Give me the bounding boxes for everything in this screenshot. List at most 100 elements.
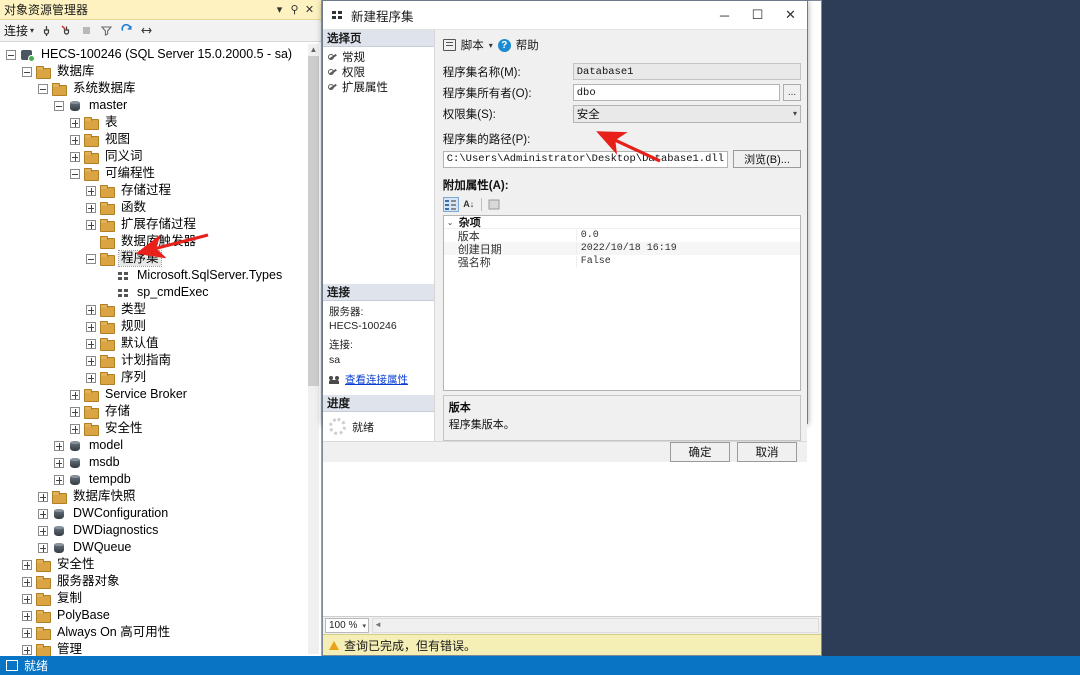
zoom-level-combobox[interactable]: 100 % ▾ xyxy=(325,618,369,633)
object-explorer-tree[interactable]: HECS-100246 (SQL Server 15.0.2000.5 - sa… xyxy=(0,42,321,656)
tree-item[interactable]: DWQueue xyxy=(0,539,321,556)
tree-item[interactable]: Microsoft.SqlServer.Types xyxy=(0,267,321,284)
sync-icon[interactable] xyxy=(139,23,154,38)
expand-icon[interactable] xyxy=(86,220,96,230)
expand-icon[interactable] xyxy=(70,135,80,145)
tree-item[interactable]: 可编程性 xyxy=(0,165,321,182)
tree-item[interactable]: 数据库 xyxy=(0,63,321,80)
help-button-label[interactable]: 帮助 xyxy=(516,37,539,53)
tree-item[interactable]: msdb xyxy=(0,454,321,471)
tree-item[interactable]: DWDiagnostics xyxy=(0,522,321,539)
chevron-down-icon[interactable]: ⌄ xyxy=(447,218,456,227)
property-pages-icon[interactable] xyxy=(486,197,502,212)
expand-icon[interactable] xyxy=(86,186,96,196)
view-connection-properties-link[interactable]: 查看连接属性 xyxy=(345,373,408,387)
page-item-general[interactable]: 常规 xyxy=(323,49,434,64)
disconnect-icon[interactable] xyxy=(59,23,74,38)
tree-item[interactable]: 表 xyxy=(0,114,321,131)
connect-button-label[interactable]: 连接 xyxy=(4,22,28,39)
expand-icon[interactable] xyxy=(70,152,80,162)
expand-icon[interactable] xyxy=(54,475,64,485)
categorized-icon[interactable] xyxy=(443,197,459,212)
expand-icon[interactable] xyxy=(22,560,32,570)
expand-icon[interactable] xyxy=(86,373,96,383)
assembly-owner-input[interactable]: dbo xyxy=(573,84,780,101)
expand-icon[interactable] xyxy=(38,509,48,519)
tree-item[interactable]: 默认值 xyxy=(0,335,321,352)
tree-item[interactable]: 类型 xyxy=(0,301,321,318)
tree-item[interactable]: 管理 xyxy=(0,641,321,656)
tree-item[interactable]: HECS-100246 (SQL Server 15.0.2000.5 - sa… xyxy=(0,46,321,63)
expand-icon[interactable] xyxy=(22,577,32,587)
expand-icon[interactable] xyxy=(70,407,80,417)
property-row[interactable]: 强名称 False xyxy=(444,255,800,268)
expand-icon[interactable] xyxy=(54,441,64,451)
tree-item[interactable]: 服务器对象 xyxy=(0,573,321,590)
tree-item[interactable]: master xyxy=(0,97,321,114)
tree-item[interactable]: 安全性 xyxy=(0,556,321,573)
filter-icon[interactable] xyxy=(99,23,114,38)
collapse-icon[interactable] xyxy=(70,169,80,179)
expand-icon[interactable] xyxy=(86,305,96,315)
tree-item[interactable]: 序列 xyxy=(0,369,321,386)
expand-icon[interactable] xyxy=(38,492,48,502)
assembly-name-input[interactable]: Database1 xyxy=(573,63,801,80)
tree-item[interactable]: tempdb xyxy=(0,471,321,488)
expand-icon[interactable] xyxy=(86,322,96,332)
tree-item[interactable]: 计划指南 xyxy=(0,352,321,369)
tree-item[interactable]: 数据库快照 xyxy=(0,488,321,505)
tree-vertical-scrollbar[interactable]: ▲ xyxy=(308,44,319,654)
scroll-left-icon[interactable]: ◄ xyxy=(374,620,382,629)
expand-icon[interactable] xyxy=(22,611,32,621)
collapse-icon[interactable] xyxy=(86,254,96,264)
alphabetical-sort-icon[interactable]: A↓ xyxy=(461,197,477,212)
page-list[interactable]: 常规 权限 扩展属性 xyxy=(323,47,434,100)
tree-item[interactable]: sp_cmdExec xyxy=(0,284,321,301)
properties-grid[interactable]: ⌄ 杂项 版本 0.0 创建日期 2022/10/18 16:19 强名称 xyxy=(443,215,801,391)
tree-item[interactable]: 存储过程 xyxy=(0,182,321,199)
chevron-down-icon[interactable]: ▾ xyxy=(30,26,34,35)
expand-icon[interactable] xyxy=(22,628,32,638)
expand-icon[interactable] xyxy=(70,390,80,400)
expand-icon[interactable] xyxy=(86,203,96,213)
close-icon[interactable]: ✕ xyxy=(774,1,807,29)
tree-item[interactable]: 视图 xyxy=(0,131,321,148)
expand-icon[interactable] xyxy=(70,118,80,128)
tree-item[interactable]: PolyBase xyxy=(0,607,321,624)
tree-item[interactable]: 同义词 xyxy=(0,148,321,165)
expand-icon[interactable] xyxy=(70,424,80,434)
chevron-down-icon[interactable]: ▾ xyxy=(272,3,287,16)
tree-item[interactable]: model xyxy=(0,437,321,454)
scroll-up-icon[interactable]: ▲ xyxy=(308,44,319,56)
tree-item[interactable]: 复制 xyxy=(0,590,321,607)
tree-item[interactable]: 数据库触发器 xyxy=(0,233,321,250)
expand-icon[interactable] xyxy=(38,526,48,536)
collapse-icon[interactable] xyxy=(38,84,48,94)
expand-icon[interactable] xyxy=(22,645,32,655)
view-connection-properties-row[interactable]: 查看连接属性 xyxy=(329,373,428,387)
expand-icon[interactable] xyxy=(38,543,48,553)
collapse-icon[interactable] xyxy=(54,101,64,111)
editor-horizontal-scrollbar[interactable]: ◄ xyxy=(372,618,819,633)
tree-item[interactable]: Service Broker xyxy=(0,386,321,403)
scrollbar-thumb[interactable] xyxy=(308,56,319,386)
tree-item[interactable]: 系统数据库 xyxy=(0,80,321,97)
tree-item[interactable]: 存储 xyxy=(0,403,321,420)
tree-item[interactable]: 程序集 xyxy=(0,250,321,267)
browse-button[interactable]: 浏览(B)... xyxy=(733,150,801,168)
connect-icon[interactable] xyxy=(39,23,54,38)
pin-icon[interactable]: ⚲ xyxy=(287,3,302,16)
assembly-path-input[interactable]: C:\Users\Administrator\Desktop\Database1… xyxy=(443,151,728,168)
tree-item[interactable]: 安全性 xyxy=(0,420,321,437)
expand-icon[interactable] xyxy=(86,339,96,349)
tree-item[interactable]: 扩展存储过程 xyxy=(0,216,321,233)
dialog-titlebar[interactable]: 新建程序集 ─ ☐ ✕ xyxy=(323,1,807,30)
close-icon[interactable]: ✕ xyxy=(302,3,317,16)
chevron-down-icon[interactable]: ▾ xyxy=(489,41,493,50)
expand-icon[interactable] xyxy=(54,458,64,468)
expand-icon[interactable] xyxy=(86,356,96,366)
permission-set-select[interactable]: 安全 ▾ xyxy=(573,105,801,123)
owner-browse-button[interactable]: ... xyxy=(783,84,801,101)
tree-item[interactable]: DWConfiguration xyxy=(0,505,321,522)
tree-item[interactable]: Always On 高可用性 xyxy=(0,624,321,641)
